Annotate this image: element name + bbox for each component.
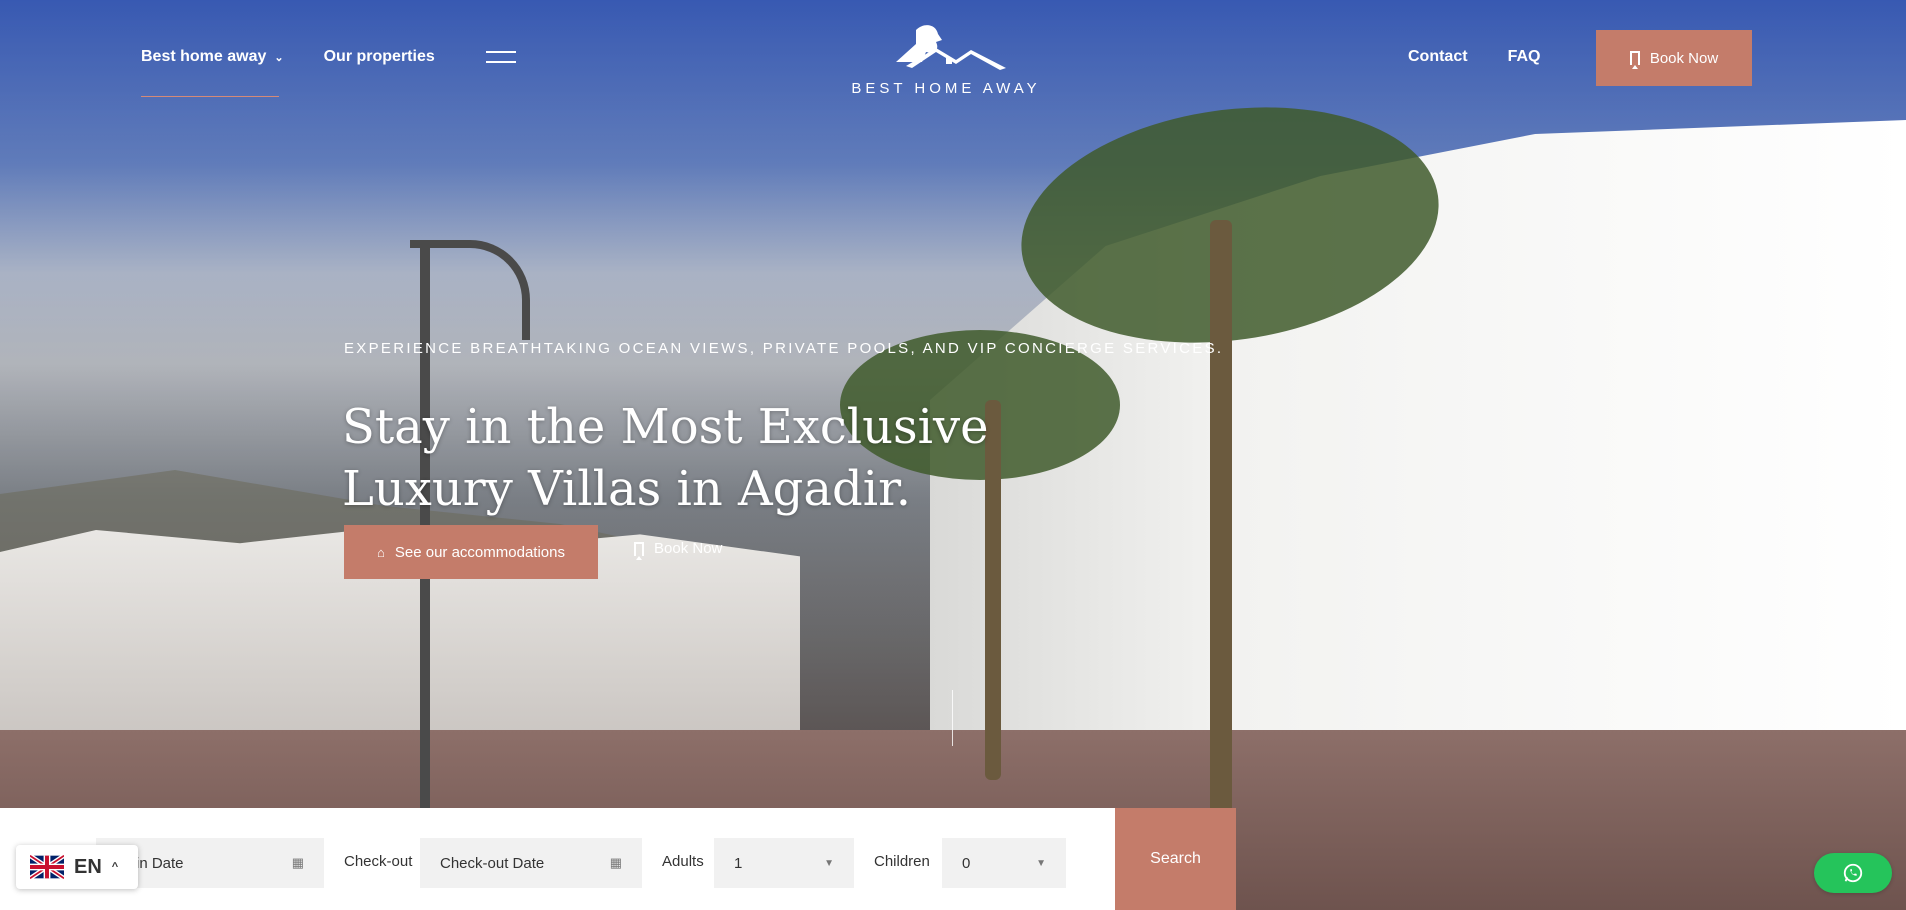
nav-our-properties[interactable]: Our properties [324, 48, 435, 66]
whatsapp-icon [1843, 863, 1863, 883]
active-nav-underline [141, 96, 279, 97]
children-label: Children [874, 853, 930, 870]
cta-label: See our accommodations [394, 543, 565, 561]
lamp-head [410, 240, 530, 340]
caret-down-icon: ▼ [1036, 857, 1046, 869]
header-book-now-button[interactable]: Book Now [1596, 30, 1752, 86]
checkout-label: Check-out [344, 853, 413, 870]
logo-house-icon [896, 25, 1006, 70]
secondary-nav: Contact FAQ [1408, 48, 1540, 66]
checkout-field[interactable]: Check-out Date ▦ [420, 838, 642, 888]
scroll-indicator [952, 690, 953, 746]
primary-nav: Best home away ⌄ Our properties [141, 48, 435, 66]
hero-eyebrow: EXPERIENCE BREATHTAKING OCEAN VIEWS, PRI… [344, 340, 1224, 357]
language-switcher[interactable]: EN ^ [16, 845, 138, 889]
nav-label: Best home away [141, 48, 267, 65]
nav-best-home-away[interactable]: Best home away ⌄ [141, 48, 284, 66]
bookmark-icon [634, 541, 644, 560]
chevron-down-icon: ⌄ [274, 51, 284, 64]
hero-headline: Stay in the Most Exclusive Luxury Villas… [342, 399, 989, 518]
checkout-placeholder: Check-out Date [440, 854, 545, 872]
booking-form: ck-in Date ▦ Check-out Check-out Date ▦ … [0, 808, 1115, 910]
chevron-up-icon: ^ [111, 861, 119, 873]
language-code: EN [74, 855, 102, 878]
children-value: 0 [962, 854, 971, 872]
site-logo[interactable]: BEST HOME AWAY [848, 22, 1044, 97]
hero-book-now-link[interactable]: Book Now [634, 540, 723, 560]
uk-flag-icon [30, 855, 64, 879]
see-accommodations-button[interactable]: ⌂ See our accommodations [344, 525, 598, 579]
nav-label: Our properties [323, 48, 435, 65]
adults-select[interactable]: 1 ▼ [714, 838, 854, 888]
nav-contact[interactable]: Contact [1408, 48, 1468, 66]
palm-trunk [1210, 220, 1232, 820]
calendar-icon: ▦ [609, 855, 622, 870]
house-icon: ⌂ [377, 544, 385, 560]
bookmark-icon [1629, 51, 1640, 69]
whatsapp-button[interactable] [1814, 853, 1892, 893]
cta-label: Book Now [654, 540, 723, 557]
search-button[interactable]: Search [1115, 808, 1236, 910]
nav-faq[interactable]: FAQ [1508, 48, 1541, 66]
adults-value: 1 [734, 854, 743, 872]
caret-down-icon: ▼ [824, 857, 834, 869]
children-select[interactable]: 0 ▼ [942, 838, 1066, 888]
book-now-label: Book Now [1649, 49, 1719, 67]
hamburger-icon[interactable] [486, 51, 516, 63]
logo-text: BEST HOME AWAY [851, 80, 1041, 97]
adults-label: Adults [662, 853, 704, 870]
calendar-icon: ▦ [291, 855, 304, 870]
